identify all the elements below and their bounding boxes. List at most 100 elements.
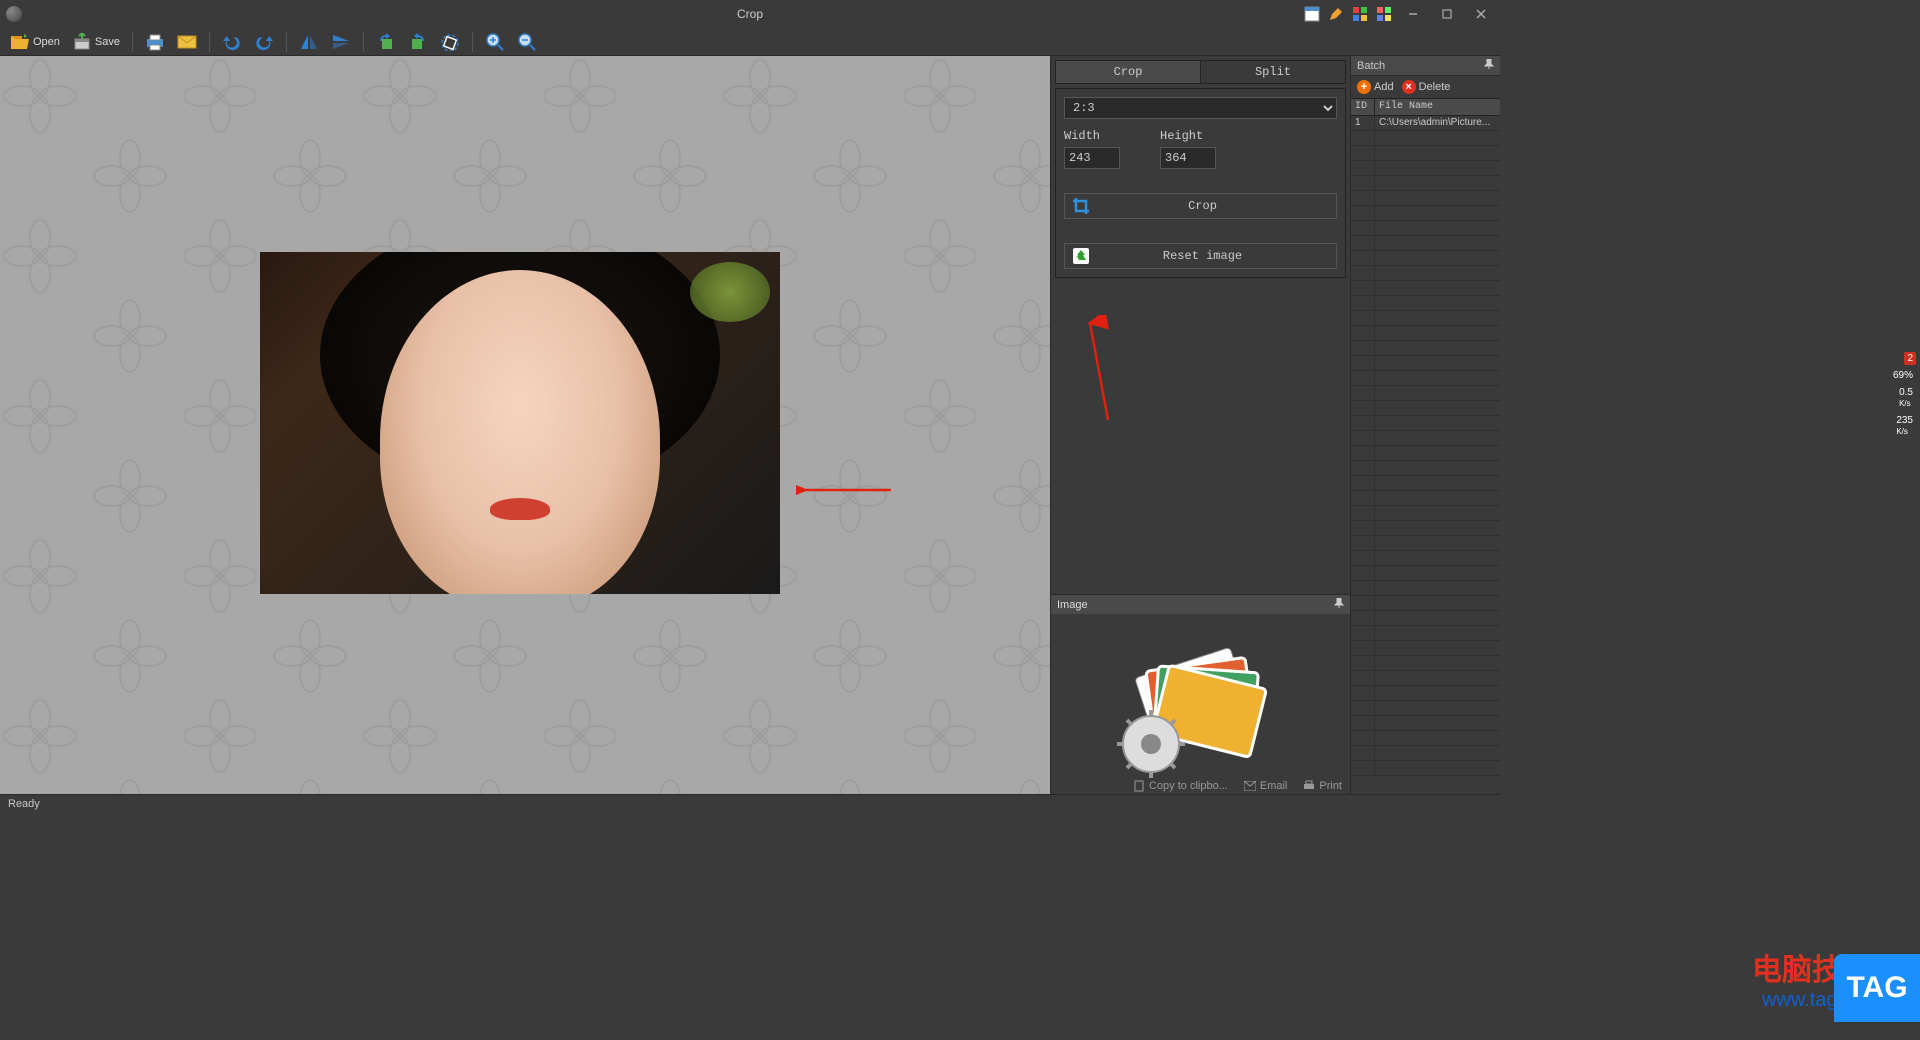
open-button[interactable]: Open xyxy=(6,30,64,54)
batch-panel: Batch + Add × Delete ID File Name 1C:\Us… xyxy=(1350,56,1500,794)
zoom-out-button[interactable] xyxy=(513,30,541,54)
flip-vertical-icon xyxy=(331,32,351,52)
undo-button[interactable] xyxy=(218,30,246,54)
table-row xyxy=(1351,326,1500,341)
zoom-in-icon xyxy=(485,32,505,52)
table-row xyxy=(1351,761,1500,776)
status-text: Ready xyxy=(8,798,40,810)
table-row xyxy=(1351,236,1500,251)
rotate-left-icon xyxy=(376,32,396,52)
rotate-free-icon xyxy=(440,32,460,52)
table-row xyxy=(1351,311,1500,326)
table-row xyxy=(1351,131,1500,146)
save-label: Save xyxy=(95,36,120,48)
close-button[interactable] xyxy=(1468,4,1494,24)
batch-table-header: ID File Name xyxy=(1351,98,1500,116)
batch-add-button[interactable]: + Add xyxy=(1357,80,1394,94)
width-input[interactable] xyxy=(1064,147,1120,169)
width-label: Width xyxy=(1064,129,1120,143)
annotation-arrow-up-icon xyxy=(1084,315,1114,425)
titlebar-pencil-icon[interactable] xyxy=(1328,6,1344,22)
clipboard-icon xyxy=(1133,780,1145,792)
envelope-icon xyxy=(177,32,197,52)
copy-clipboard-button[interactable]: Copy to clipbo... xyxy=(1133,780,1228,792)
table-row[interactable]: 1C:\Users\admin\Picture... xyxy=(1351,116,1500,131)
toolbar-separator xyxy=(286,32,287,52)
col-id[interactable]: ID xyxy=(1351,99,1375,115)
table-row xyxy=(1351,491,1500,506)
reset-button[interactable]: Reset image xyxy=(1064,243,1337,269)
flip-h-button[interactable] xyxy=(295,30,323,54)
table-row xyxy=(1351,446,1500,461)
height-label: Height xyxy=(1160,129,1216,143)
footer-print-button[interactable]: Print xyxy=(1303,780,1342,792)
titlebar-square1-icon[interactable] xyxy=(1304,6,1320,22)
rotate-free-button[interactable] xyxy=(436,30,464,54)
window-title: Crop xyxy=(737,7,763,21)
minimize-button[interactable] xyxy=(1400,4,1426,24)
canvas-area[interactable] xyxy=(0,56,1050,794)
titlebar-grid2-icon[interactable] xyxy=(1376,6,1392,22)
table-row xyxy=(1351,536,1500,551)
height-input[interactable] xyxy=(1160,147,1216,169)
app-icon xyxy=(6,6,22,22)
image-panel-title: Image xyxy=(1057,599,1088,611)
statusbar: Ready xyxy=(0,794,1500,812)
toolbar-separator xyxy=(209,32,210,52)
rotate-left-button[interactable] xyxy=(372,30,400,54)
watermark-tag: TAG xyxy=(1834,954,1920,1022)
table-row xyxy=(1351,296,1500,311)
envelope-small-icon xyxy=(1244,781,1256,791)
aspect-ratio-select[interactable]: 2:3 xyxy=(1064,97,1337,119)
batch-delete-button[interactable]: × Delete xyxy=(1402,80,1451,94)
image-preview[interactable] xyxy=(260,252,780,594)
table-row xyxy=(1351,401,1500,416)
open-label: Open xyxy=(33,36,60,48)
panel-tabs: Crop Split xyxy=(1055,60,1346,84)
zoom-out-icon xyxy=(517,32,537,52)
redo-icon xyxy=(254,32,274,52)
maximize-button[interactable] xyxy=(1434,4,1460,24)
flip-v-button[interactable] xyxy=(327,30,355,54)
table-row xyxy=(1351,266,1500,281)
table-row xyxy=(1351,341,1500,356)
crop-icon xyxy=(1069,194,1093,218)
table-row xyxy=(1351,281,1500,296)
col-file[interactable]: File Name xyxy=(1375,99,1500,115)
save-button[interactable]: Save xyxy=(68,30,124,54)
table-row xyxy=(1351,716,1500,731)
redo-button[interactable] xyxy=(250,30,278,54)
main-area: Crop Split 2:3 Width Height Crop xyxy=(0,56,1500,794)
annotation-arrow-left-icon xyxy=(796,478,896,502)
table-row xyxy=(1351,356,1500,371)
table-row xyxy=(1351,686,1500,701)
toolbar-separator xyxy=(472,32,473,52)
table-row xyxy=(1351,566,1500,581)
tab-crop[interactable]: Crop xyxy=(1056,61,1201,83)
table-row xyxy=(1351,581,1500,596)
titlebar-grid1-icon[interactable] xyxy=(1352,6,1368,22)
email-button[interactable] xyxy=(173,30,201,54)
rotate-right-button[interactable] xyxy=(404,30,432,54)
tab-split[interactable]: Split xyxy=(1201,61,1345,83)
table-row xyxy=(1351,506,1500,521)
footer-email-button[interactable]: Email xyxy=(1244,780,1288,792)
net-pct: 69% xyxy=(1890,369,1916,382)
table-row xyxy=(1351,416,1500,431)
table-row xyxy=(1351,386,1500,401)
image-panel-footer: Copy to clipbo... Email Print xyxy=(1133,780,1342,792)
pin-icon[interactable] xyxy=(1334,598,1344,611)
table-row xyxy=(1351,206,1500,221)
zoom-in-button[interactable] xyxy=(481,30,509,54)
crop-button[interactable]: Crop xyxy=(1064,193,1337,219)
print-button[interactable] xyxy=(141,30,169,54)
pin-icon[interactable] xyxy=(1484,59,1494,72)
right-panel: Crop Split 2:3 Width Height Crop xyxy=(1050,56,1350,794)
table-row xyxy=(1351,671,1500,686)
table-row xyxy=(1351,461,1500,476)
x-icon: × xyxy=(1402,80,1416,94)
table-row xyxy=(1351,626,1500,641)
table-row xyxy=(1351,176,1500,191)
table-row xyxy=(1351,476,1500,491)
batch-title: Batch xyxy=(1357,60,1385,72)
